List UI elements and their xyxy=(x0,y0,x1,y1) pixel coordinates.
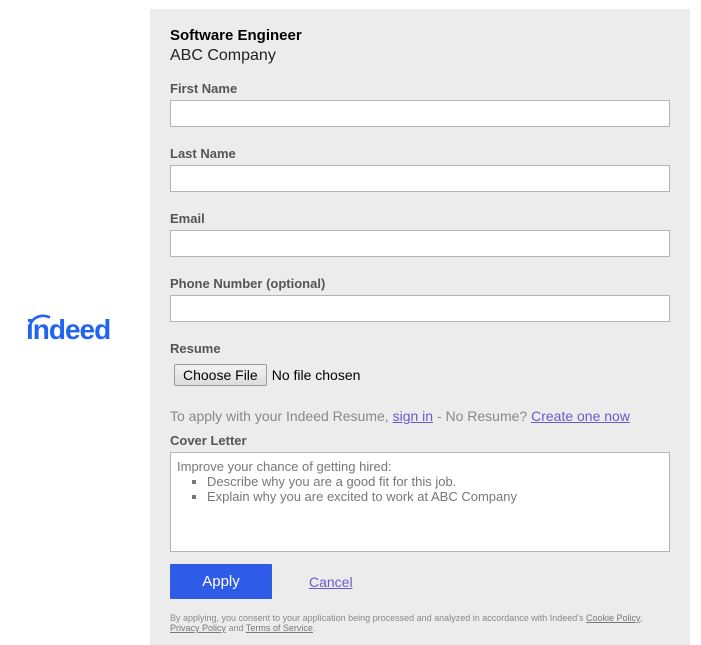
consent-prefix: By applying, you consent to your applica… xyxy=(170,613,586,623)
cover-letter-placeholder-intro: Improve your chance of getting hired: xyxy=(177,459,392,474)
cover-letter-label: Cover Letter xyxy=(170,433,247,448)
cover-letter-placeholder-bullet: Describe why you are a good fit for this… xyxy=(207,474,663,489)
choose-file-button[interactable]: Choose File xyxy=(174,364,267,386)
privacy-policy-link[interactable]: Privacy Policy xyxy=(170,623,226,633)
email-field[interactable] xyxy=(170,230,670,257)
job-title: Software Engineer xyxy=(170,27,302,44)
resume-note: To apply with your Indeed Resume, sign i… xyxy=(170,408,630,424)
resume-file-picker: Choose File No file chosen xyxy=(174,364,360,386)
logo-text: indeed xyxy=(26,314,111,345)
phone-label: Phone Number (optional) xyxy=(170,276,326,291)
application-form-panel: Software Engineer ABC Company First Name… xyxy=(150,9,690,645)
last-name-field[interactable] xyxy=(170,165,670,192)
resume-note-prefix: To apply with your Indeed Resume, xyxy=(170,408,393,424)
last-name-label: Last Name xyxy=(170,146,236,161)
terms-of-service-link[interactable]: Terms of Service xyxy=(246,623,313,633)
resume-label: Resume xyxy=(170,341,221,356)
cancel-link[interactable]: Cancel xyxy=(309,574,353,590)
email-label: Email xyxy=(170,211,205,226)
create-resume-link[interactable]: Create one now xyxy=(531,408,630,424)
apply-button[interactable]: Apply xyxy=(170,564,272,599)
cookie-policy-link[interactable]: Cookie Policy xyxy=(586,613,640,623)
cover-letter-textarea[interactable]: Improve your chance of getting hired: De… xyxy=(170,452,670,552)
consent-suffix: . xyxy=(312,623,316,633)
resume-note-middle: - No Resume? xyxy=(433,408,532,424)
consent-text: By applying, you consent to your applica… xyxy=(170,613,670,633)
consent-and: and xyxy=(226,623,246,633)
company-name: ABC Company xyxy=(170,47,276,64)
indeed-logo: indeed xyxy=(26,312,136,352)
cover-letter-placeholder-bullet: Explain why you are excited to work at A… xyxy=(207,489,663,504)
file-status: No file chosen xyxy=(271,367,361,383)
phone-field[interactable] xyxy=(170,295,670,322)
first-name-label: First Name xyxy=(170,81,238,96)
cover-letter-placeholder-list: Describe why you are a good fit for this… xyxy=(177,474,663,504)
sign-in-link[interactable]: sign in xyxy=(393,408,433,424)
consent-sep: , xyxy=(639,613,643,623)
first-name-field[interactable] xyxy=(170,100,670,127)
